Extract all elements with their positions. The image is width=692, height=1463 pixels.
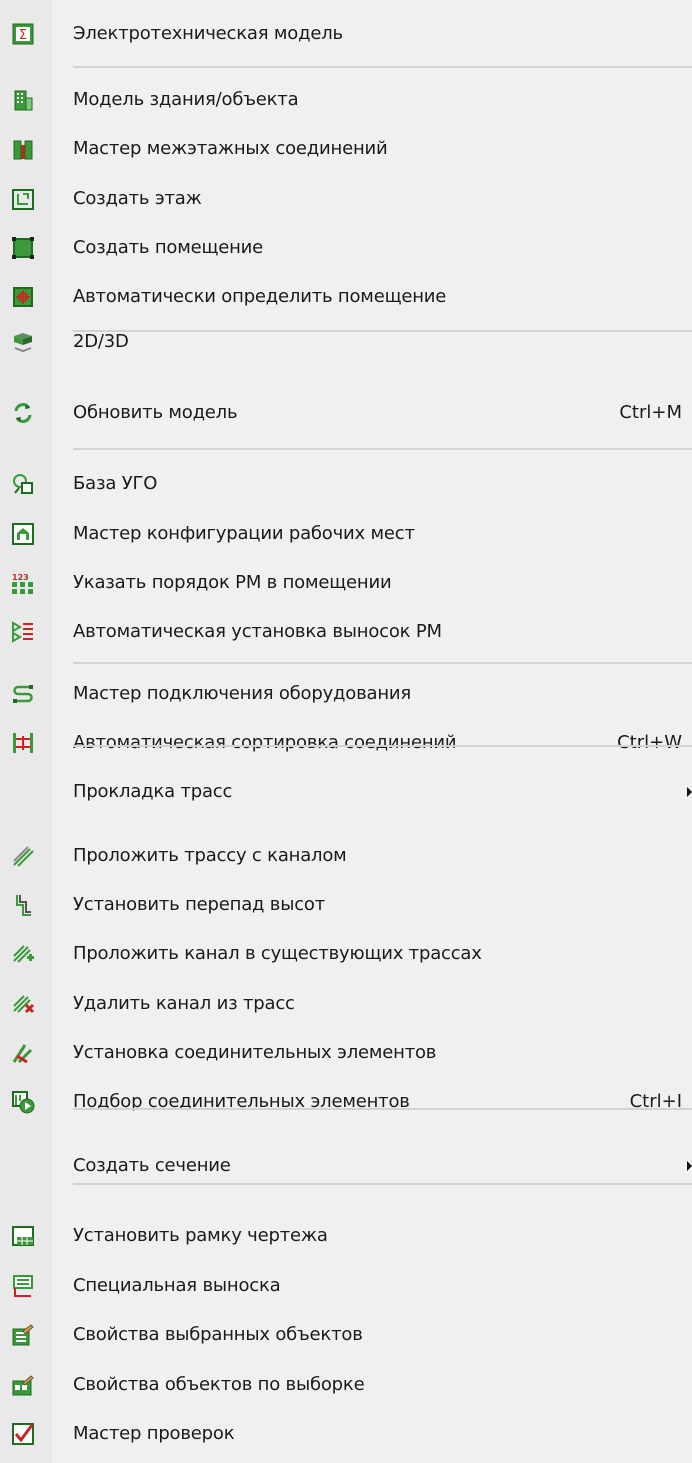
menu-item-label: Установить рамку чертежа bbox=[73, 1225, 328, 1246]
symbol-library-icon bbox=[11, 472, 35, 496]
menu-item[interactable]: Модель здания/объекта bbox=[0, 76, 692, 124]
menu-item-label: Прокладка трасс bbox=[73, 781, 233, 802]
context-menu: Σ Электротехническая модель Модель здания/… bbox=[0, 0, 692, 1463]
menu-item[interactable]: Свойства выбранных объектов bbox=[0, 1311, 692, 1359]
building-model-icon bbox=[11, 88, 35, 112]
menu-separator bbox=[73, 1183, 692, 1185]
menu-item[interactable]: Установка соединительных элементов bbox=[0, 1029, 692, 1077]
menu-item[interactable]: Автоматическая установка выносок РМ bbox=[0, 608, 692, 656]
equipment-connection-icon bbox=[11, 682, 35, 706]
route-with-channel-icon bbox=[11, 844, 35, 868]
menu-item-label: Проложить канал в существующих трассах bbox=[73, 943, 482, 964]
menu-item-label: Электротехническая модель bbox=[73, 23, 343, 44]
menu-item-label: Мастер проверок bbox=[73, 1423, 235, 1444]
submenu-arrow-icon bbox=[687, 1161, 692, 1171]
menu-item-label: База УГО bbox=[73, 473, 158, 494]
menu-item[interactable]: 123 Указать порядок РМ в помещении bbox=[0, 559, 692, 607]
menu-item[interactable]: Создать этаж bbox=[0, 175, 692, 223]
workplace-config-icon bbox=[11, 522, 35, 546]
menu-item-label: Свойства выбранных объектов bbox=[73, 1324, 363, 1345]
height-difference-icon bbox=[11, 893, 35, 917]
menu-item-label: Установить перепад высот bbox=[73, 894, 326, 915]
menu-separator bbox=[73, 66, 692, 68]
checks-wizard-icon bbox=[11, 1422, 35, 1446]
auto-callouts-icon bbox=[11, 620, 35, 644]
menu-item-label: 2D/3D bbox=[73, 331, 129, 352]
menu-item[interactable]: Мастер конфигурации рабочих мест bbox=[0, 510, 692, 558]
menu-item-label: Автоматическая установка выносок РМ bbox=[73, 621, 442, 642]
menu-item-shortcut: Ctrl+M bbox=[619, 402, 682, 423]
menu-item-label: Мастер подключения оборудования bbox=[73, 683, 412, 704]
query-properties-icon bbox=[11, 1373, 35, 1397]
menu-item[interactable]: Обновить модель Ctrl+M bbox=[0, 389, 692, 437]
menu-item[interactable]: База УГО bbox=[0, 460, 692, 508]
menu-item-label: Указать порядок РМ в помещении bbox=[73, 572, 392, 593]
menu-item-label: Модель здания/объекта bbox=[73, 89, 299, 110]
install-connectors-icon bbox=[11, 1041, 35, 1065]
menu-item[interactable]: Проложить трассу с каналом bbox=[0, 832, 692, 880]
menu-separator bbox=[73, 745, 692, 747]
interfloor-connections-icon bbox=[11, 137, 35, 161]
menu-item-label: Специальная выноска bbox=[73, 1275, 281, 1296]
menu-item[interactable]: Σ Электротехническая модель bbox=[0, 10, 692, 58]
svg-text:Σ: Σ bbox=[19, 28, 27, 43]
menu-item-label: Проложить трассу с каналом bbox=[73, 845, 347, 866]
menu-item-label: Подбор соединительных элементов bbox=[73, 1091, 410, 1112]
menu-item[interactable]: Создать помещение bbox=[0, 224, 692, 272]
auto-detect-room-icon bbox=[11, 285, 35, 309]
menu-item[interactable]: Удалить канал из трасс bbox=[0, 980, 692, 1028]
menu-item-label: Удалить канал из трасс bbox=[73, 993, 295, 1014]
workplace-order-icon: 123 bbox=[11, 571, 35, 595]
refresh-model-icon bbox=[11, 401, 35, 425]
menu-separator bbox=[73, 448, 692, 450]
menu-item-shortcut: Ctrl+I bbox=[629, 1091, 682, 1112]
menu-item-label: Создать помещение bbox=[73, 237, 264, 258]
menu-item-label: Создать этаж bbox=[73, 188, 202, 209]
create-room-icon bbox=[11, 236, 35, 260]
menu-separator bbox=[73, 662, 692, 664]
menu-separator bbox=[73, 330, 692, 332]
channel-in-routes-icon bbox=[11, 942, 35, 966]
menu-item-label: Мастер межэтажных соединений bbox=[73, 138, 388, 159]
menu-item-label: Автоматически определить помещение bbox=[73, 286, 447, 307]
menu-item[interactable]: Мастер подключения оборудования bbox=[0, 670, 692, 718]
selected-properties-icon bbox=[11, 1323, 35, 1347]
menu-item[interactable]: 2D/3D bbox=[0, 318, 692, 366]
special-callout-icon bbox=[11, 1274, 35, 1298]
menu-item[interactable]: Проложить канал в существующих трассах bbox=[0, 930, 692, 978]
menu-item-label: Обновить модель bbox=[73, 402, 238, 423]
drawing-frame-icon bbox=[11, 1224, 35, 1248]
submenu-arrow-icon bbox=[687, 787, 692, 797]
menu-separator bbox=[73, 1108, 692, 1110]
menu-item[interactable]: Свойства объектов по выборке bbox=[0, 1361, 692, 1409]
menu-item[interactable]: Мастер проверок bbox=[0, 1410, 692, 1458]
sort-connections-icon bbox=[11, 731, 35, 755]
menu-item[interactable]: Установить перепад высот bbox=[0, 881, 692, 929]
menu-item[interactable]: Мастер межэтажных соединений bbox=[0, 125, 692, 173]
view-2d-3d-icon bbox=[11, 330, 35, 354]
delete-channel-icon bbox=[11, 992, 35, 1016]
create-floor-icon bbox=[11, 187, 35, 211]
menu-item[interactable]: Автоматически определить помещение bbox=[0, 273, 692, 321]
menu-item-label: Автоматическая сортировка соединений bbox=[73, 732, 457, 753]
menu-item-label: Свойства объектов по выборке bbox=[73, 1374, 365, 1395]
menu-item[interactable]: Установить рамку чертежа bbox=[0, 1212, 692, 1260]
menu-item-label: Мастер конфигурации рабочих мест bbox=[73, 523, 415, 544]
menu-item-shortcut: Ctrl+W bbox=[617, 732, 682, 753]
menu-item[interactable]: Автоматическая сортировка соединений Ctrl… bbox=[0, 719, 692, 767]
menu-item-label: Установка соединительных элементов bbox=[73, 1042, 437, 1063]
electrical-model-icon: Σ bbox=[11, 22, 35, 46]
menu-item[interactable]: Прокладка трасс bbox=[0, 768, 692, 816]
select-connectors-icon bbox=[11, 1090, 35, 1114]
svg-text:123: 123 bbox=[12, 573, 29, 582]
menu-item[interactable]: Подбор соединительных элементов Ctrl+I bbox=[0, 1078, 692, 1126]
menu-item[interactable]: Специальная выноска bbox=[0, 1262, 692, 1310]
